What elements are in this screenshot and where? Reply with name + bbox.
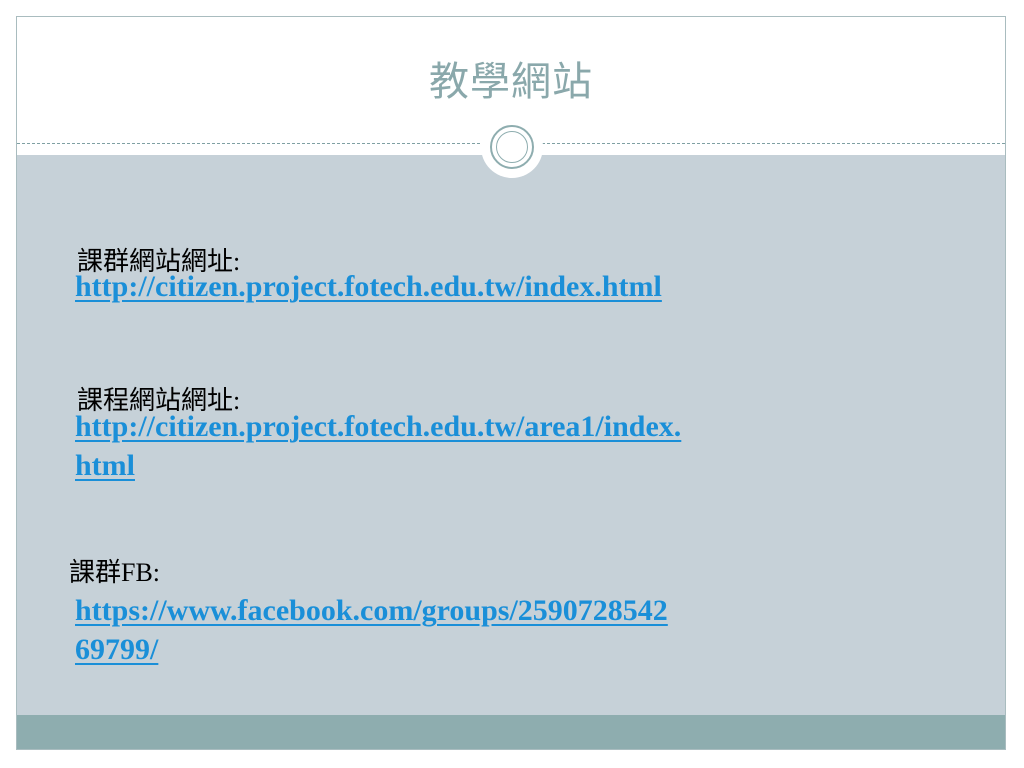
course-group-fb-link-line2[interactable]: 69799/ xyxy=(75,633,158,666)
course-group-fb-link[interactable]: https://www.facebook.com/groups/25907285… xyxy=(75,591,668,669)
course-group-site-link-text[interactable]: http://citizen.project.fotech.edu.tw/ind… xyxy=(75,270,662,303)
slide: 教學網站 課群網站網址: http://citizen.project.fote… xyxy=(16,16,1006,750)
course-group-site-link[interactable]: http://citizen.project.fotech.edu.tw/ind… xyxy=(75,267,662,306)
content-area: 課群網站網址: http://citizen.project.fotech.ed… xyxy=(17,155,1005,715)
divider-inner-circle-icon xyxy=(496,131,528,163)
course-site-link-line2[interactable]: html xyxy=(75,449,135,482)
slide-title: 教學網站 xyxy=(429,59,593,105)
course-site-link-line1[interactable]: http://citizen.project.fotech.edu.tw/are… xyxy=(75,410,681,443)
course-group-fb-label: 課群FB: xyxy=(69,558,161,587)
course-group-fb-link-line1[interactable]: https://www.facebook.com/groups/25907285… xyxy=(75,594,668,627)
footer-bar xyxy=(17,715,1005,749)
course-site-link[interactable]: http://citizen.project.fotech.edu.tw/are… xyxy=(75,407,681,485)
